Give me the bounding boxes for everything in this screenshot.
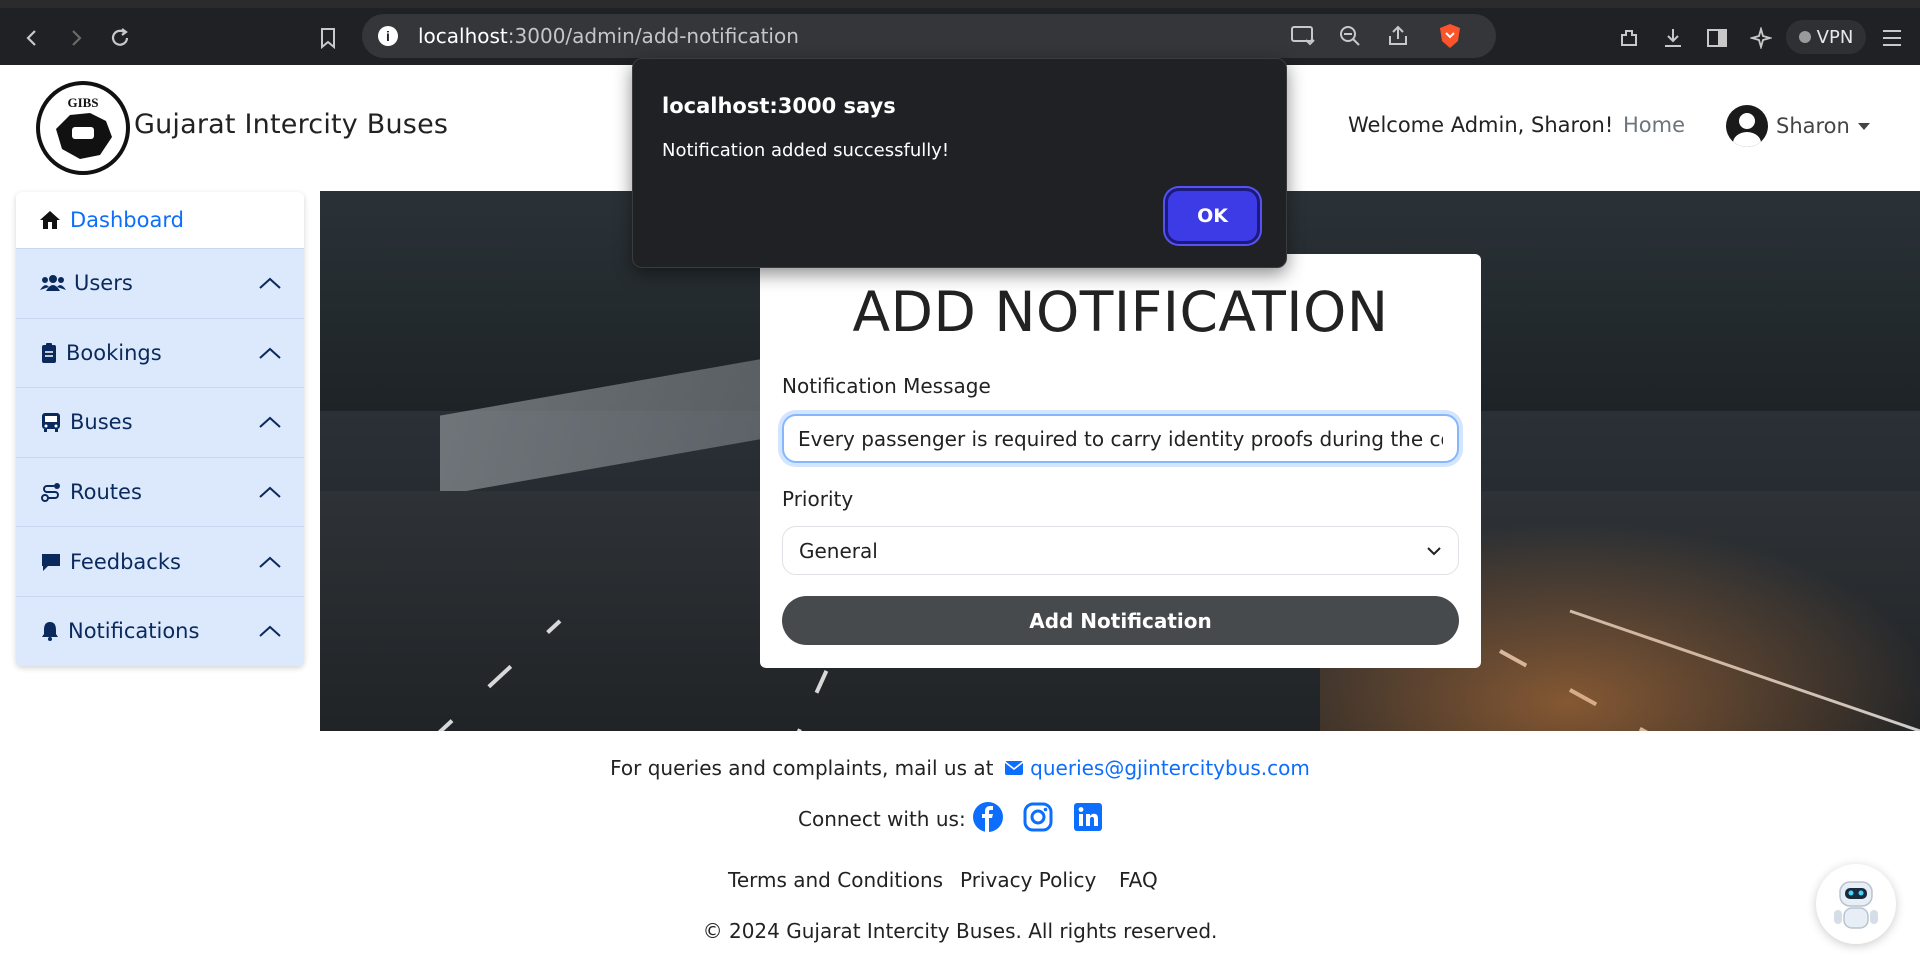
- browser-toolbar: i localhost:3000/admin/add-notification …: [0, 0, 1920, 65]
- sidebar-item-label: Users: [74, 271, 133, 296]
- chatbot-button[interactable]: [1816, 864, 1896, 944]
- back-icon[interactable]: [16, 22, 48, 54]
- admin-sidebar: Dashboard Users Bookings Buses Routes Fe…: [16, 192, 304, 666]
- vpn-button[interactable]: VPN: [1786, 20, 1866, 54]
- copyright-text: © 2024 Gujarat Intercity Buses. All righ…: [702, 919, 1218, 943]
- user-avatar-icon: [1726, 105, 1768, 147]
- menu-icon[interactable]: [1876, 22, 1908, 54]
- gibs-logo[interactable]: GIBS: [36, 81, 130, 175]
- sidebar-item-notifications[interactable]: Notifications: [16, 595, 304, 666]
- sidebar-item-label: Buses: [70, 410, 133, 435]
- extensions-icon[interactable]: [1613, 22, 1645, 54]
- reload-icon[interactable]: [104, 22, 136, 54]
- sidebar-item-label: Notifications: [68, 619, 200, 644]
- caret-down-icon: [1857, 122, 1870, 130]
- facebook-icon[interactable]: [972, 801, 1004, 833]
- linkedin-icon[interactable]: [1072, 801, 1104, 833]
- robot-icon: [1834, 881, 1878, 929]
- clipboard-icon: [42, 342, 56, 363]
- bus-icon: [42, 413, 60, 433]
- form-title: ADD NOTIFICATION: [852, 280, 1389, 344]
- user-name: Sharon: [1776, 114, 1850, 138]
- url-text[interactable]: localhost:3000/admin/add-notification: [418, 14, 799, 58]
- chevron-up-icon[interactable]: [258, 485, 282, 499]
- dialog-message: Notification added successfully!: [662, 140, 950, 161]
- envelope-icon: [1004, 761, 1024, 775]
- sidebar-item-label: Dashboard: [70, 208, 184, 232]
- privacy-policy-link[interactable]: Privacy Policy: [960, 868, 1096, 892]
- footer-contact: For queries and complaints, mail us at q…: [0, 756, 1920, 780]
- chevron-up-icon[interactable]: [258, 624, 282, 638]
- priority-select[interactable]: General: [782, 526, 1459, 575]
- sidebar-item-buses[interactable]: Buses: [16, 387, 304, 457]
- vpn-status-icon: [1798, 31, 1811, 43]
- sidebar-item-feedbacks[interactable]: Feedbacks: [16, 526, 304, 596]
- site-footer: For queries and complaints, mail us at q…: [0, 731, 1920, 962]
- faq-link[interactable]: FAQ: [1119, 868, 1158, 892]
- alert-dialog: localhost:3000 says Notification added s…: [632, 58, 1287, 268]
- mail-text: For queries and complaints, mail us at: [610, 756, 994, 780]
- welcome-text: Welcome Admin, Sharon!: [1348, 113, 1614, 137]
- sidebar-toggle-icon[interactable]: [1701, 22, 1733, 54]
- sidebar-item-dashboard[interactable]: Dashboard: [16, 192, 304, 248]
- priority-value: General: [799, 538, 878, 563]
- share-icon[interactable]: [1386, 24, 1410, 53]
- brand-name[interactable]: Gujarat Intercity Buses: [134, 109, 448, 140]
- bell-icon: [42, 622, 58, 642]
- notification-message-input[interactable]: [782, 414, 1459, 463]
- ok-button[interactable]: OK: [1165, 188, 1260, 244]
- site-info-icon[interactable]: i: [378, 26, 398, 46]
- comment-icon: [42, 553, 60, 571]
- chevron-up-icon[interactable]: [258, 276, 282, 290]
- sidebar-item-users[interactable]: Users: [16, 248, 304, 318]
- add-notification-card: ADD NOTIFICATION Notification Message Pr…: [760, 254, 1481, 668]
- route-icon: [41, 483, 60, 503]
- forward-icon[interactable]: [60, 22, 92, 54]
- users-icon: [40, 275, 66, 292]
- sidebar-item-routes[interactable]: Routes: [16, 456, 304, 527]
- dialog-title: localhost:3000 says: [662, 94, 896, 118]
- priority-label: Priority: [782, 487, 854, 511]
- connect-text: Connect with us:: [798, 807, 966, 831]
- brave-shield-icon[interactable]: [1438, 23, 1462, 54]
- instagram-icon[interactable]: [1022, 801, 1054, 833]
- terms-link[interactable]: Terms and Conditions: [728, 868, 943, 892]
- sidebar-item-label: Feedbacks: [70, 549, 181, 574]
- bookmark-icon[interactable]: [312, 22, 344, 54]
- chevron-up-icon[interactable]: [258, 555, 282, 569]
- download-icon[interactable]: [1657, 22, 1689, 54]
- cast-icon[interactable]: [1290, 24, 1316, 53]
- chevron-down-icon: [1427, 546, 1441, 555]
- mail-link[interactable]: queries@gjintercitybus.com: [1030, 756, 1310, 780]
- chevron-up-icon[interactable]: [258, 415, 282, 429]
- add-notification-button[interactable]: Add Notification: [782, 596, 1459, 645]
- sidebar-item-label: Routes: [70, 480, 142, 505]
- vpn-label: VPN: [1816, 26, 1854, 48]
- leo-ai-icon[interactable]: [1745, 22, 1777, 54]
- message-label: Notification Message: [782, 374, 991, 398]
- sidebar-item-bookings[interactable]: Bookings: [16, 317, 304, 388]
- chevron-up-icon[interactable]: [258, 346, 282, 360]
- address-bar[interactable]: i localhost:3000/admin/add-notification: [362, 14, 1496, 58]
- zoom-icon[interactable]: [1338, 24, 1362, 53]
- sidebar-item-label: Bookings: [66, 340, 162, 365]
- user-dropdown[interactable]: Sharon: [1726, 105, 1870, 147]
- logo-text: GIBS: [67, 95, 98, 110]
- home-link[interactable]: Home: [1623, 113, 1685, 137]
- home-icon: [40, 211, 60, 229]
